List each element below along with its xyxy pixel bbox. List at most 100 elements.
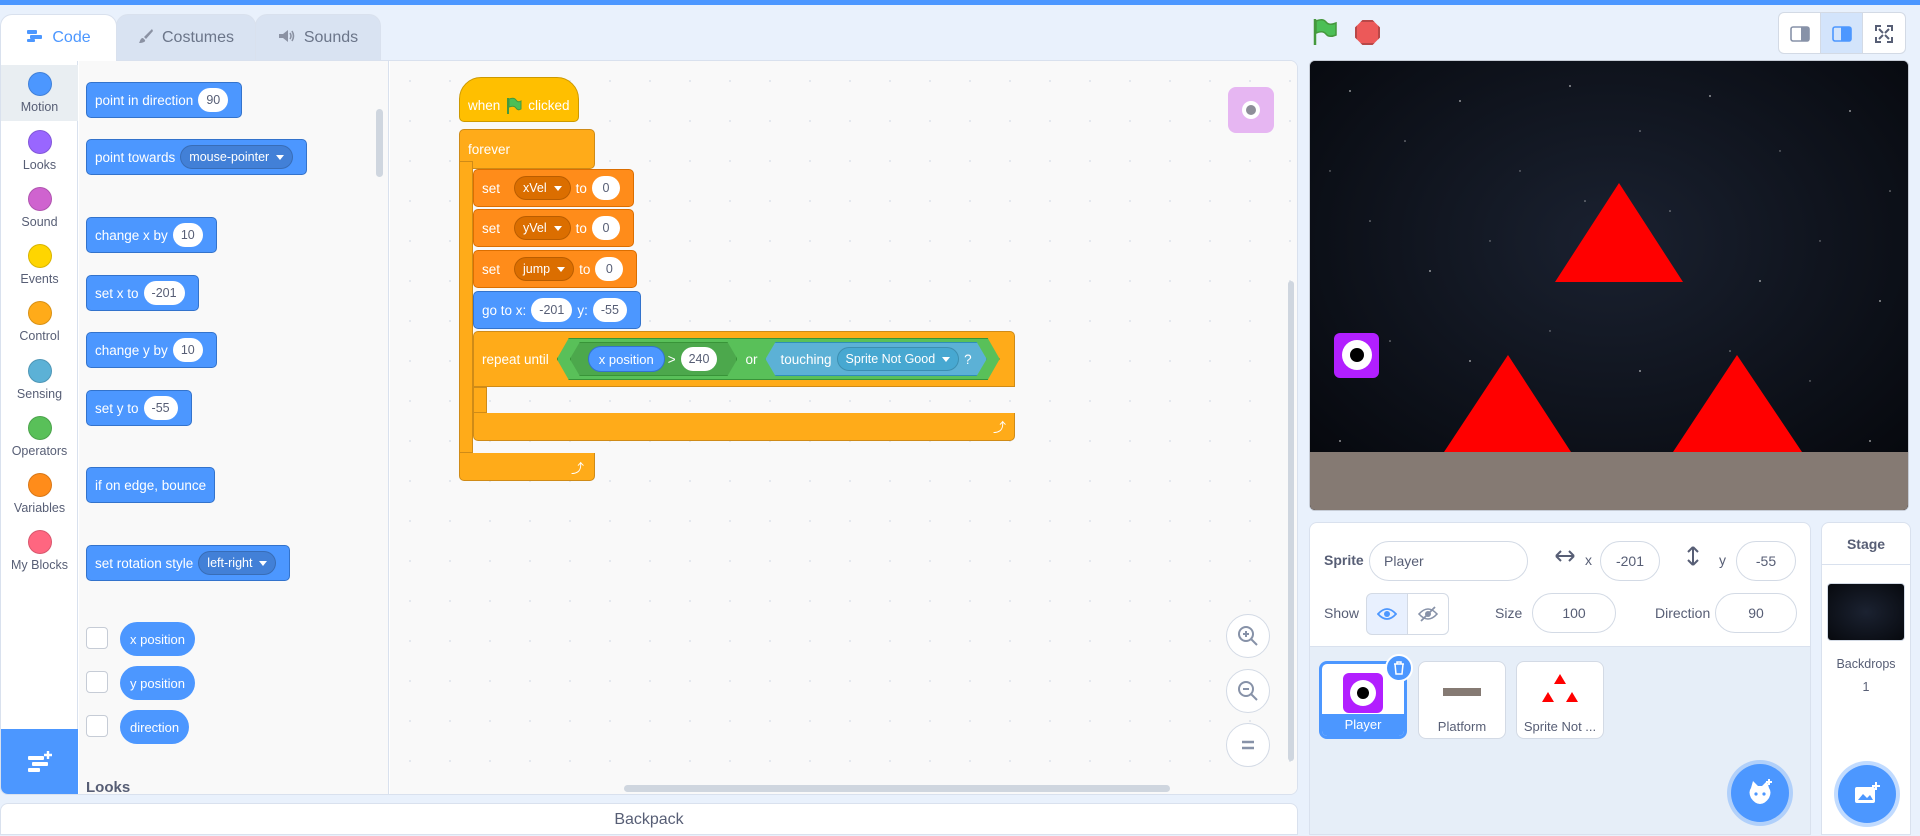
block-change-y[interactable]: change y by 10	[86, 332, 217, 368]
towards-dropdown[interactable]: mouse-pointer	[180, 145, 294, 169]
block-set-rotation-style[interactable]: set rotation style left-right	[86, 545, 291, 581]
touching-dropdown[interactable]: Sprite Not Good	[837, 347, 960, 371]
zoom-reset-button[interactable]	[1226, 723, 1270, 767]
sprite-name-field[interactable]: Player	[1369, 541, 1528, 581]
block-point-towards[interactable]: point towards mouse-pointer	[86, 139, 308, 175]
palette-scrollbar[interactable]	[376, 109, 383, 177]
var-dropdown-jump[interactable]: jump	[514, 257, 575, 281]
var-dropdown-yvel[interactable]: yVel	[514, 216, 571, 240]
add-extension-icon	[27, 751, 52, 772]
control-dot-icon	[27, 301, 52, 325]
category-events[interactable]: Events	[1, 237, 78, 293]
block-set-jump[interactable]: set jump to 0	[473, 250, 638, 288]
direction-label: Direction	[1655, 605, 1711, 621]
delete-sprite-button[interactable]	[1385, 654, 1413, 682]
tab-costumes[interactable]: Costumes	[116, 14, 256, 60]
block-set-y[interactable]: set y to -55	[86, 390, 192, 426]
size-field[interactable]: 100	[1532, 593, 1616, 633]
change-y-input[interactable]: 10	[172, 338, 203, 362]
or-operator-block[interactable]: x position > 240 or touching Sprite Not …	[557, 338, 1000, 380]
category-looks[interactable]: Looks	[1, 123, 78, 179]
goto-y-input[interactable]: -55	[592, 298, 627, 322]
category-menu: Motion Looks Sound Events Control Sensin…	[1, 61, 78, 729]
direction-checkbox[interactable]	[86, 715, 108, 737]
show-visible-button[interactable]	[1366, 593, 1408, 635]
set-y-input[interactable]: -55	[143, 396, 178, 420]
reporter-x-position-slot[interactable]: x position	[588, 346, 665, 372]
block-set-yvel[interactable]: set yVel to 0	[473, 209, 634, 247]
change-x-input[interactable]: 10	[172, 223, 203, 247]
category-my-blocks[interactable]: My Blocks	[1, 523, 78, 579]
stage-panel-title: Stage	[1822, 523, 1910, 565]
set-jump-input[interactable]: 0	[595, 257, 624, 281]
fullscreen-button[interactable]	[1863, 13, 1905, 53]
block-change-x[interactable]: change x by 10	[86, 217, 217, 253]
block-point-in-direction[interactable]: point in direction 90	[86, 82, 243, 118]
sprite-tile-sprite-not-good[interactable]: Sprite Not ...	[1516, 661, 1604, 739]
rotation-style-dropdown[interactable]: left-right	[198, 551, 277, 575]
category-sensing[interactable]: Sensing	[1, 352, 78, 408]
goto-x-input[interactable]: -201	[531, 298, 573, 322]
x-position-checkbox[interactable]	[86, 627, 108, 649]
category-sound[interactable]: Sound	[1, 180, 78, 236]
x-arrows-icon	[1554, 549, 1576, 568]
compare-input[interactable]: 240	[681, 347, 718, 371]
repeat-until-footer: ⤴	[473, 413, 1015, 441]
stage-selector-panel[interactable]: Stage Backdrops 1	[1821, 522, 1911, 835]
reporter-x-position[interactable]: x position	[120, 622, 195, 656]
block-forever[interactable]: forever	[459, 129, 595, 169]
set-xvel-input[interactable]: 0	[591, 176, 620, 200]
add-extension-button[interactable]	[1, 729, 78, 794]
code-panel: Motion Looks Sound Events Control Sensin…	[0, 60, 1298, 795]
category-operators[interactable]: Operators	[1, 409, 78, 465]
block-if-on-edge-bounce[interactable]: if on edge, bounce	[86, 467, 216, 503]
direction-input[interactable]: 90	[198, 88, 229, 112]
tab-code[interactable]: Code	[0, 14, 117, 61]
backdrop-thumbnail	[1827, 583, 1905, 641]
block-set-x[interactable]: set x to -201	[86, 275, 199, 311]
sprite-list: Player Platform Sprite Not ...	[1309, 647, 1811, 835]
set-x-input[interactable]: -201	[143, 281, 185, 305]
category-variables[interactable]: Variables	[1, 466, 78, 522]
zoom-in-button[interactable]	[1226, 614, 1270, 658]
normal-stage-button[interactable]	[1821, 13, 1863, 53]
small-stage-button[interactable]	[1779, 13, 1821, 53]
y-label: y	[1719, 552, 1726, 568]
category-control[interactable]: Control	[1, 294, 78, 350]
show-hidden-button[interactable]	[1407, 593, 1449, 635]
block-when-flag-clicked[interactable]: when clicked	[459, 77, 579, 122]
editor-tabs: Code Costumes Sounds	[0, 14, 381, 61]
touching-block[interactable]: touching Sprite Not Good ?	[765, 342, 986, 376]
var-dropdown-xvel[interactable]: xVel	[514, 176, 571, 200]
y-position-checkbox[interactable]	[86, 671, 108, 693]
sprite-tile-platform[interactable]: Platform	[1418, 661, 1506, 739]
y-arrows-icon	[1686, 545, 1700, 572]
workspace-horizontal-scrollbar[interactable]	[624, 785, 1170, 792]
zoom-out-button[interactable]	[1226, 669, 1270, 713]
green-flag-button[interactable]	[1311, 18, 1339, 46]
workspace-vertical-scrollbar[interactable]	[1288, 281, 1294, 761]
block-set-xvel[interactable]: set xVel to 0	[473, 169, 634, 207]
choose-sprite-button[interactable]	[1731, 764, 1789, 822]
choose-backdrop-button[interactable]	[1838, 765, 1896, 823]
block-go-to-xy[interactable]: go to x: -201 y: -55	[473, 291, 641, 329]
stop-button[interactable]	[1355, 20, 1380, 45]
greater-than-block[interactable]: x position > 240	[570, 342, 738, 376]
block-repeat-until[interactable]: repeat until x position > 240 or touchin…	[473, 331, 1015, 387]
player-sprite[interactable]	[1334, 333, 1379, 378]
backpack-bar[interactable]: Backpack	[0, 803, 1298, 835]
y-field[interactable]: -55	[1736, 541, 1796, 581]
reporter-y-position[interactable]: y position	[120, 666, 195, 700]
eye-off-icon	[1418, 606, 1438, 622]
tab-sounds[interactable]: Sounds	[255, 14, 381, 60]
x-field[interactable]: -201	[1600, 541, 1660, 581]
ground-platform	[1310, 452, 1908, 510]
stage-canvas[interactable]	[1309, 60, 1909, 511]
script-workspace[interactable]: when clicked forever ⤴ set xVel to 0 set…	[390, 61, 1297, 794]
direction-field[interactable]: 90	[1715, 593, 1797, 633]
set-yvel-input[interactable]: 0	[591, 216, 620, 240]
stage-scene	[1310, 61, 1908, 510]
category-motion[interactable]: Motion	[1, 65, 78, 121]
reporter-direction[interactable]: direction	[120, 710, 190, 744]
tab-code-label: Code	[52, 29, 91, 46]
